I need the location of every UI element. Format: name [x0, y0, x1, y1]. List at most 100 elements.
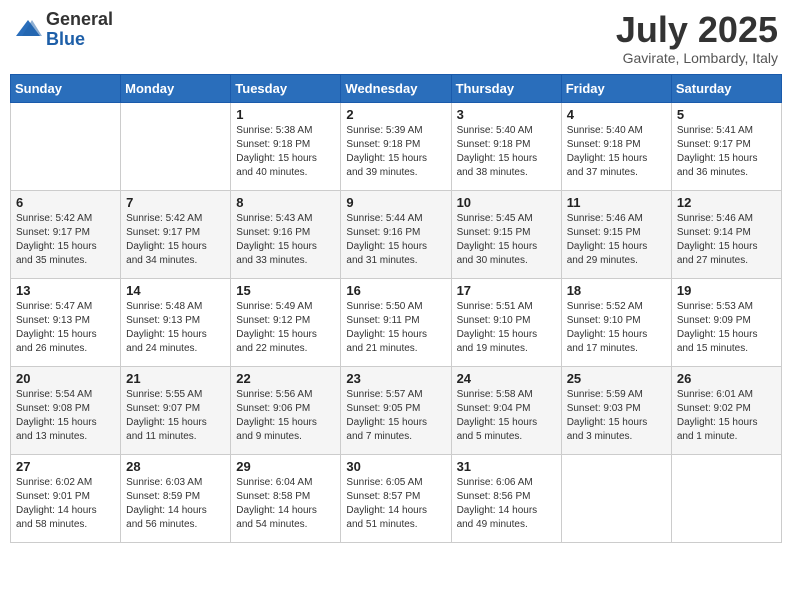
calendar-cell: 11 Sunrise: 5:46 AM Sunset: 9:15 PM Dayli… [561, 190, 671, 278]
month-title: July 2025 [616, 10, 778, 50]
day-number: 18 [567, 283, 666, 298]
calendar-cell: 14 Sunrise: 5:48 AM Sunset: 9:13 PM Dayli… [121, 278, 231, 366]
day-number: 11 [567, 195, 666, 210]
day-info: Sunrise: 5:42 AM Sunset: 9:17 PM Dayligh… [16, 212, 115, 268]
calendar-cell: 12 Sunrise: 5:46 AM Sunset: 9:14 PM Dayli… [671, 190, 781, 278]
calendar-cell: 3 Sunrise: 5:40 AM Sunset: 9:18 PM Daylig… [451, 102, 561, 190]
calendar-cell: 30 Sunrise: 6:05 AM Sunset: 8:57 PM Dayli… [341, 454, 451, 542]
day-number: 15 [236, 283, 335, 298]
day-number: 19 [677, 283, 776, 298]
calendar-cell [121, 102, 231, 190]
days-header-row: SundayMondayTuesdayWednesdayThursdayFrid… [11, 74, 782, 102]
calendar-cell [561, 454, 671, 542]
day-number: 12 [677, 195, 776, 210]
calendar-table: SundayMondayTuesdayWednesdayThursdayFrid… [10, 74, 782, 543]
day-number: 13 [16, 283, 115, 298]
logo-icon [14, 16, 42, 44]
day-number: 21 [126, 371, 225, 386]
day-info: Sunrise: 5:51 AM Sunset: 9:10 PM Dayligh… [457, 300, 556, 356]
day-info: Sunrise: 5:54 AM Sunset: 9:08 PM Dayligh… [16, 388, 115, 444]
day-number: 1 [236, 107, 335, 122]
day-of-week-header: Tuesday [231, 74, 341, 102]
calendar-cell: 10 Sunrise: 5:45 AM Sunset: 9:15 PM Dayli… [451, 190, 561, 278]
logo-blue-text: Blue [46, 30, 113, 50]
day-info: Sunrise: 6:05 AM Sunset: 8:57 PM Dayligh… [346, 476, 445, 532]
day-info: Sunrise: 5:41 AM Sunset: 9:17 PM Dayligh… [677, 124, 776, 180]
calendar-cell: 31Sunrise: 6:06 AM Sunset: 8:56 PM Dayli… [451, 454, 561, 542]
day-number: 3 [457, 107, 556, 122]
day-info: Sunrise: 5:48 AM Sunset: 9:13 PM Dayligh… [126, 300, 225, 356]
calendar-cell: 23 Sunrise: 5:57 AM Sunset: 9:05 PM Dayli… [341, 366, 451, 454]
calendar-week-row: 27 Sunrise: 6:02 AM Sunset: 9:01 PM Dayli… [11, 454, 782, 542]
location: Gavirate, Lombardy, Italy [616, 50, 778, 66]
calendar-week-row: 1 Sunrise: 5:38 AM Sunset: 9:18 PM Daylig… [11, 102, 782, 190]
day-info: Sunrise: 5:47 AM Sunset: 9:13 PM Dayligh… [16, 300, 115, 356]
day-number: 28 [126, 459, 225, 474]
day-number: 17 [457, 283, 556, 298]
day-info: Sunrise: 5:45 AM Sunset: 9:15 PM Dayligh… [457, 212, 556, 268]
day-info: Sunrise: 5:46 AM Sunset: 9:15 PM Dayligh… [567, 212, 666, 268]
day-number: 7 [126, 195, 225, 210]
day-info: Sunrise: 5:57 AM Sunset: 9:05 PM Dayligh… [346, 388, 445, 444]
day-info: Sunrise: 6:03 AM Sunset: 8:59 PM Dayligh… [126, 476, 225, 532]
day-number: 22 [236, 371, 335, 386]
title-block: July 2025 Gavirate, Lombardy, Italy [616, 10, 778, 66]
day-info: Sunrise: 5:49 AM Sunset: 9:12 PM Dayligh… [236, 300, 335, 356]
calendar-cell: 21 Sunrise: 5:55 AM Sunset: 9:07 PM Dayli… [121, 366, 231, 454]
calendar-cell [671, 454, 781, 542]
day-info: Sunrise: 5:50 AM Sunset: 9:11 PM Dayligh… [346, 300, 445, 356]
logo: General Blue [14, 10, 113, 50]
day-info: Sunrise: 5:40 AM Sunset: 9:18 PM Dayligh… [567, 124, 666, 180]
calendar-cell: 8Sunrise: 5:43 AM Sunset: 9:16 PM Daylig… [231, 190, 341, 278]
calendar-cell: 5 Sunrise: 5:41 AM Sunset: 9:17 PM Daylig… [671, 102, 781, 190]
calendar-cell: 7Sunrise: 5:42 AM Sunset: 9:17 PM Daylig… [121, 190, 231, 278]
page-header: General Blue July 2025 Gavirate, Lombard… [10, 10, 782, 66]
day-info: Sunrise: 5:46 AM Sunset: 9:14 PM Dayligh… [677, 212, 776, 268]
calendar-cell: 20 Sunrise: 5:54 AM Sunset: 9:08 PM Dayli… [11, 366, 121, 454]
day-info: Sunrise: 5:56 AM Sunset: 9:06 PM Dayligh… [236, 388, 335, 444]
day-of-week-header: Wednesday [341, 74, 451, 102]
calendar-cell: 1 Sunrise: 5:38 AM Sunset: 9:18 PM Daylig… [231, 102, 341, 190]
calendar-cell: 25Sunrise: 5:59 AM Sunset: 9:03 PM Dayli… [561, 366, 671, 454]
calendar-cell: 2 Sunrise: 5:39 AM Sunset: 9:18 PM Daylig… [341, 102, 451, 190]
day-info: Sunrise: 6:04 AM Sunset: 8:58 PM Dayligh… [236, 476, 335, 532]
day-info: Sunrise: 5:59 AM Sunset: 9:03 PM Dayligh… [567, 388, 666, 444]
day-info: Sunrise: 5:44 AM Sunset: 9:16 PM Dayligh… [346, 212, 445, 268]
calendar-cell: 17 Sunrise: 5:51 AM Sunset: 9:10 PM Dayli… [451, 278, 561, 366]
calendar-week-row: 13 Sunrise: 5:47 AM Sunset: 9:13 PM Dayli… [11, 278, 782, 366]
day-number: 5 [677, 107, 776, 122]
day-info: Sunrise: 5:55 AM Sunset: 9:07 PM Dayligh… [126, 388, 225, 444]
day-info: Sunrise: 5:40 AM Sunset: 9:18 PM Dayligh… [457, 124, 556, 180]
day-number: 4 [567, 107, 666, 122]
day-number: 8 [236, 195, 335, 210]
day-number: 9 [346, 195, 445, 210]
day-number: 27 [16, 459, 115, 474]
calendar-cell: 27 Sunrise: 6:02 AM Sunset: 9:01 PM Dayli… [11, 454, 121, 542]
day-number: 23 [346, 371, 445, 386]
day-info: Sunrise: 5:38 AM Sunset: 9:18 PM Dayligh… [236, 124, 335, 180]
day-info: Sunrise: 6:06 AM Sunset: 8:56 PM Dayligh… [457, 476, 556, 532]
calendar-cell: 29Sunrise: 6:04 AM Sunset: 8:58 PM Dayli… [231, 454, 341, 542]
calendar-cell: 15 Sunrise: 5:49 AM Sunset: 9:12 PM Dayli… [231, 278, 341, 366]
calendar-cell: 22 Sunrise: 5:56 AM Sunset: 9:06 PM Dayli… [231, 366, 341, 454]
calendar-cell: 16 Sunrise: 5:50 AM Sunset: 9:11 PM Dayli… [341, 278, 451, 366]
day-number: 24 [457, 371, 556, 386]
day-number: 26 [677, 371, 776, 386]
calendar-cell: 13 Sunrise: 5:47 AM Sunset: 9:13 PM Dayli… [11, 278, 121, 366]
calendar-week-row: 6Sunrise: 5:42 AM Sunset: 9:17 PM Daylig… [11, 190, 782, 278]
day-number: 16 [346, 283, 445, 298]
day-info: Sunrise: 5:52 AM Sunset: 9:10 PM Dayligh… [567, 300, 666, 356]
day-number: 30 [346, 459, 445, 474]
day-info: Sunrise: 6:02 AM Sunset: 9:01 PM Dayligh… [16, 476, 115, 532]
day-of-week-header: Monday [121, 74, 231, 102]
day-number: 14 [126, 283, 225, 298]
day-number: 2 [346, 107, 445, 122]
logo-general-text: General [46, 10, 113, 30]
day-info: Sunrise: 5:39 AM Sunset: 9:18 PM Dayligh… [346, 124, 445, 180]
day-info: Sunrise: 6:01 AM Sunset: 9:02 PM Dayligh… [677, 388, 776, 444]
calendar-week-row: 20 Sunrise: 5:54 AM Sunset: 9:08 PM Dayli… [11, 366, 782, 454]
calendar-cell: 9 Sunrise: 5:44 AM Sunset: 9:16 PM Daylig… [341, 190, 451, 278]
day-of-week-header: Thursday [451, 74, 561, 102]
day-number: 20 [16, 371, 115, 386]
day-number: 10 [457, 195, 556, 210]
